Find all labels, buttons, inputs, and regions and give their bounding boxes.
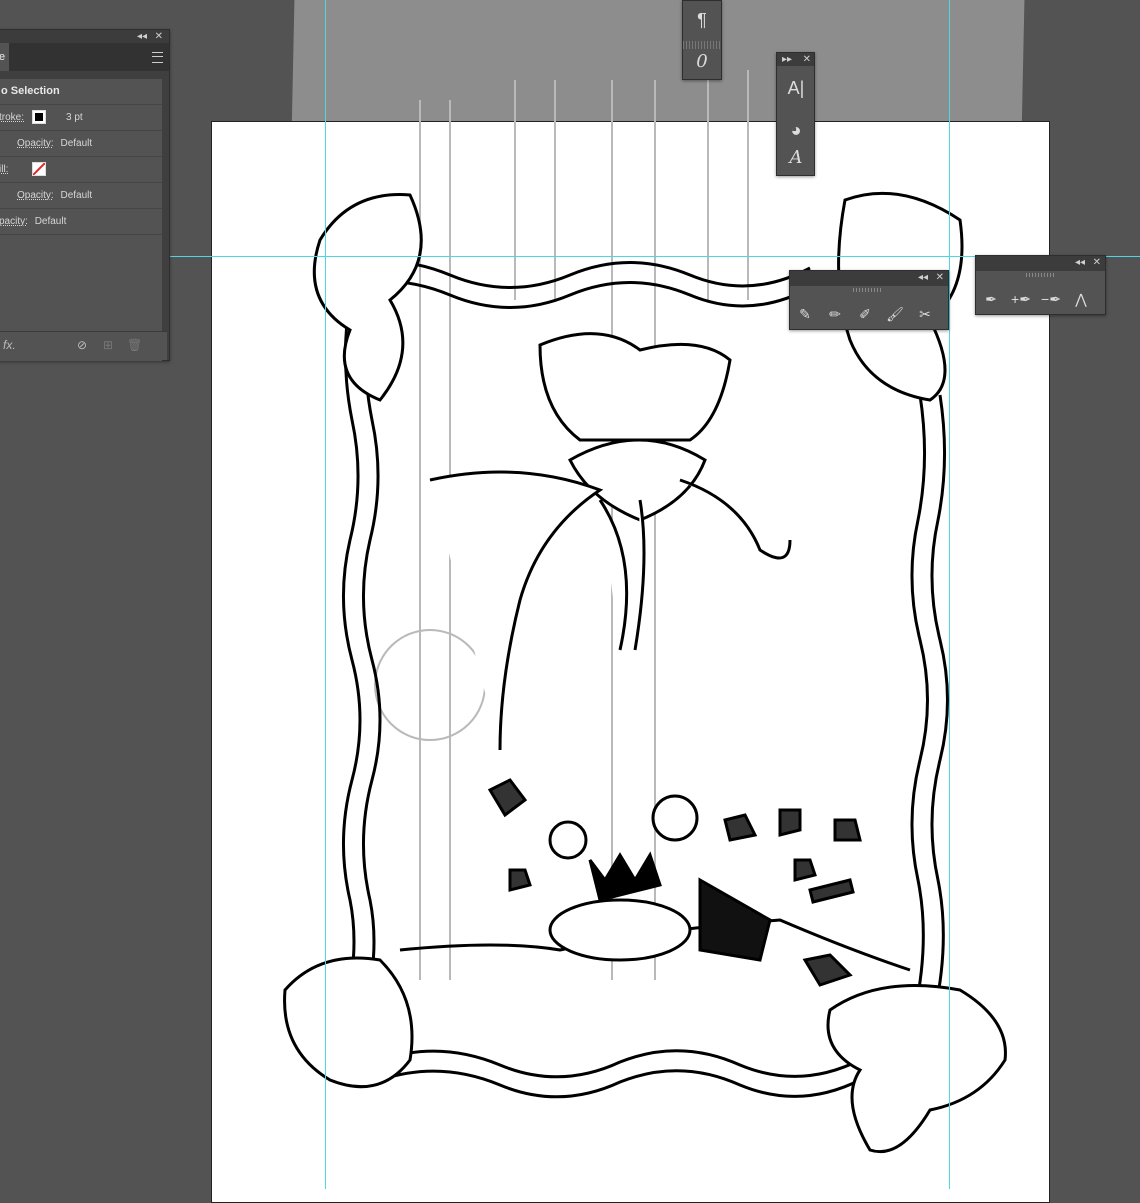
smooth-icon[interactable]: ✐ [852,301,878,327]
collapse-icon[interactable]: ◂◂ [918,271,928,284]
stroke-label[interactable]: troke: [0,112,24,123]
character-panel-titlebar[interactable]: ▸▸ ✕ [777,53,814,66]
guide-vertical-right[interactable] [949,0,950,1189]
character-icon[interactable]: A| [783,75,809,101]
delete-item-icon[interactable]: 🗑 [127,338,142,352]
fill-swatch[interactable] [32,162,47,177]
appearance-panel-titlebar[interactable]: ◂◂ ✕ [0,30,169,43]
add-anchor-icon[interactable]: +✒ [1008,286,1034,312]
type-mini-panel[interactable]: ¶ 0 [682,0,722,80]
stroke-opacity-row[interactable]: Opacity: Default [0,131,162,157]
paintbrush-icon[interactable]: 🖌 [882,301,908,327]
delete-anchor-icon[interactable]: −✒ [1038,286,1064,312]
collapse-icon[interactable]: ◂◂ [137,30,147,43]
central-pole-knot [429,332,792,751]
stroke-opacity-label[interactable]: Opacity: [17,138,54,149]
eraser-icon[interactable]: ✂ [912,301,938,327]
pen-tools-panel[interactable]: ◂◂ ✕ ✒ +✒ −✒ ⋀ [975,255,1106,315]
character-mini-panel[interactable]: ▸▸ ✕ A| ◕ A [776,52,815,176]
appearance-panel[interactable]: ◂◂ ✕ e o Selection troke: 3 pt Opacity: D… [0,29,170,361]
pen-panel-titlebar[interactable]: ◂◂ ✕ [976,256,1105,271]
fill-opacity-value: Default [60,190,93,201]
opentype-icon[interactable]: 0 [689,49,715,75]
close-icon[interactable]: ✕ [803,53,811,66]
guide-horizontal[interactable] [0,256,1140,257]
fill-row[interactable]: ill: [0,157,162,183]
fill-opacity-row[interactable]: Opacity: Default [0,183,162,209]
expand-icon[interactable]: ▸▸ [782,53,792,66]
object-opacity-label[interactable]: pacity: [0,216,28,227]
stroke-weight[interactable]: 3 pt [66,112,83,123]
duplicate-item-icon[interactable]: ⊞ [103,338,113,352]
fill-opacity-label[interactable]: Opacity: [17,190,54,201]
brush-tools-panel[interactable]: ◂◂ ✕ ✎ ✏ ✐ 🖌 ✂ [789,270,949,330]
anchor-convert-icon[interactable]: ⋀ [1068,286,1094,312]
blob-brush-icon[interactable]: ✎ [792,301,818,327]
tab-appearance[interactable]: e [0,43,9,71]
fill-label[interactable]: ill: [0,164,8,175]
stroke-swatch[interactable] [32,110,47,125]
panel-divider-grip[interactable] [683,41,721,49]
object-opacity-row[interactable]: pacity: Default [0,209,162,235]
close-icon[interactable]: ✕ [1093,256,1101,269]
glyph-icon[interactable]: ◕ [783,117,809,143]
guide-vertical-left[interactable] [325,0,326,1189]
panel-menu-icon[interactable] [152,52,163,63]
close-icon[interactable]: ✕ [155,30,163,43]
panel-grip[interactable] [1026,273,1056,277]
corner-flowers [283,191,1007,1154]
stroke-opacity-value: Default [60,138,93,149]
illustration-artwork[interactable] [0,0,1140,1189]
collapse-icon[interactable]: ◂◂ [1075,256,1085,269]
close-icon[interactable]: ✕ [936,271,944,284]
object-opacity-value: Default [34,216,67,227]
panel-grip[interactable] [853,288,883,292]
bottom-scene [399,778,911,987]
stroke-row[interactable]: troke: 3 pt [0,105,162,131]
pencil-icon[interactable]: ✏ [822,301,848,327]
document-canvas[interactable] [0,0,1140,1203]
pen-icon[interactable]: ✒ [978,286,1004,312]
brush-panel-titlebar[interactable]: ◂◂ ✕ [790,271,948,286]
appearance-footer: fx. ⊘ ⊞ 🗑 [0,331,167,360]
italic-a-icon[interactable]: A [783,145,809,171]
paragraph-icon[interactable]: ¶ [689,7,715,33]
clear-appearance-icon[interactable]: ⊘ [77,338,87,352]
selection-status: o Selection [0,79,162,105]
fx-button[interactable]: fx. [3,338,16,352]
